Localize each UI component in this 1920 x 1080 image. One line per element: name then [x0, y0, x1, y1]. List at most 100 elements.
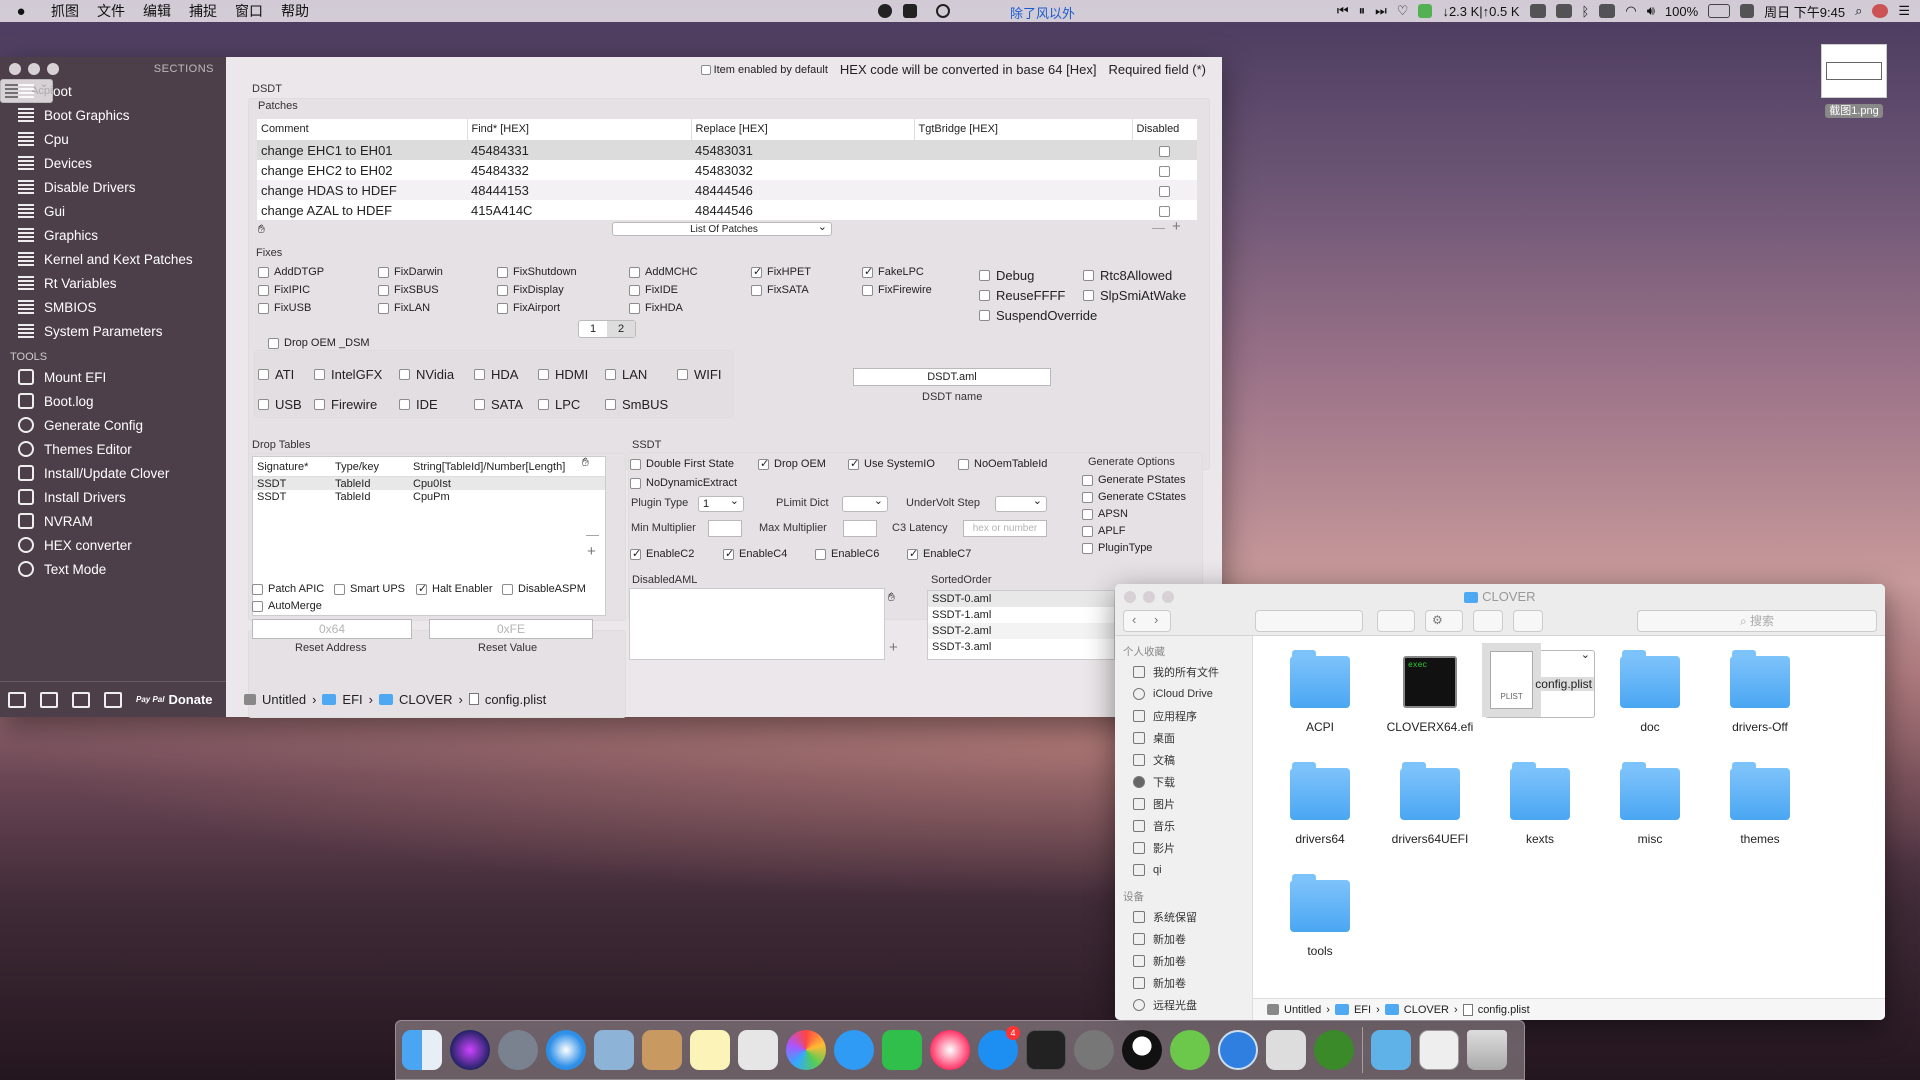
cell-comment[interactable]: change EHC2 to EH02	[257, 160, 467, 180]
check-patch-apic[interactable]: Patch APIC	[252, 583, 324, 595]
table-row[interactable]: change EHC1 to EH01 45484331 45483031	[257, 140, 1197, 160]
dock-itunes-icon[interactable]	[930, 1030, 970, 1070]
dock-safari-icon[interactable]	[546, 1030, 586, 1070]
check-debug[interactable]: Debug	[979, 268, 1034, 283]
menu-item-grab[interactable]: 捕捉	[180, 1, 226, 21]
tool-themes-editor[interactable]: Themes Editor	[0, 437, 226, 461]
min-multiplier-input[interactable]	[708, 520, 742, 537]
file-item-cloverx64[interactable]: exec CLOVERX64.efi	[1375, 656, 1485, 734]
checkbox[interactable]	[538, 369, 549, 380]
dsm-lan[interactable]: LAN	[605, 367, 647, 382]
checkbox[interactable]	[474, 369, 485, 380]
share-button[interactable]	[1473, 610, 1503, 632]
menu-item-edit[interactable]: 编辑	[134, 1, 180, 21]
checkbox[interactable]	[1082, 474, 1093, 486]
dsm-wifi[interactable]: WIFI	[677, 367, 721, 382]
close-button[interactable]	[9, 63, 21, 75]
dock-photos-icon[interactable]	[786, 1030, 826, 1070]
sidebar-item-boot-graphics[interactable]: Boot Graphics	[0, 103, 226, 127]
view-mode-buttons[interactable]	[1255, 610, 1363, 632]
fixes-page-2[interactable]: 2	[607, 321, 635, 337]
col-replace[interactable]: Replace [HEX]	[691, 119, 915, 141]
file-item-drivers64uefi[interactable]: drivers64UEFI	[1375, 762, 1485, 846]
dock-xcode-icon[interactable]	[1371, 1030, 1411, 1070]
checkbox[interactable]	[677, 369, 688, 380]
dock-messages-icon[interactable]	[834, 1030, 874, 1070]
dsm-ati[interactable]: ATI	[258, 367, 294, 382]
bell-icon[interactable]	[903, 4, 917, 18]
add-row-button[interactable]: +	[889, 639, 898, 656]
dock-launchpad-icon[interactable]	[498, 1030, 538, 1070]
forward-icon[interactable]: ›	[1154, 612, 1158, 627]
sidebar-item-smbios[interactable]: SMBIOS	[0, 295, 226, 319]
checkbox[interactable]	[1082, 542, 1093, 554]
file-item-tools[interactable]: tools	[1265, 874, 1375, 958]
input-method-icon[interactable]	[1740, 4, 1755, 18]
tag-button[interactable]	[1513, 610, 1543, 632]
checkbox[interactable]	[252, 600, 263, 612]
fix-checkbox[interactable]	[497, 302, 508, 314]
tool-generate-config[interactable]: Generate Config	[0, 413, 226, 437]
net-speed-text[interactable]: ↓2.3 K|↑0.5 K	[1442, 4, 1519, 19]
col-tgtbridge[interactable]: TgtBridge [HEX]	[914, 119, 1133, 141]
ssdt-enablec6[interactable]: EnableC6	[815, 548, 879, 560]
drag-handle-icon[interactable]: ✋︎	[258, 222, 265, 237]
sidebar-item-disable-drivers[interactable]: Disable Drivers	[0, 175, 226, 199]
sidebar-item-documents[interactable]: 文稿	[1115, 749, 1252, 771]
checkbox[interactable]	[630, 547, 641, 560]
dock-siri-icon[interactable]	[450, 1030, 490, 1070]
dsm-smbus[interactable]: SmBUS	[605, 397, 668, 412]
donate-button[interactable]: Pay Pal Donate	[136, 692, 213, 707]
notification-center-icon[interactable]: ☰	[1898, 3, 1910, 19]
fix-fixsata[interactable]: FixSATA	[751, 284, 809, 296]
cell-type[interactable]: TableId	[331, 491, 409, 503]
checkbox[interactable]	[1083, 290, 1094, 301]
list-item[interactable]: SSDT-3.aml	[928, 639, 1114, 655]
checkbox[interactable]	[399, 369, 410, 380]
disabled-checkbox[interactable]	[1159, 205, 1170, 217]
k-icon[interactable]	[936, 4, 950, 18]
dock-facetime-icon[interactable]	[882, 1030, 922, 1070]
file-item-config-plist[interactable]: PLIST config.plist	[1481, 643, 1595, 718]
window-icon[interactable]	[1555, 4, 1572, 18]
checkbox[interactable]	[758, 457, 769, 470]
table-row[interactable]: SSDT TableId Cpu0Ist	[253, 477, 605, 490]
now-playing-text[interactable]: 除了风以外	[1010, 3, 1075, 22]
col-disabled[interactable]: Disabled	[1132, 119, 1197, 141]
checkbox[interactable]	[979, 310, 990, 321]
import-icon[interactable]	[8, 691, 26, 708]
sidebar-item-gui[interactable]: Gui	[0, 199, 226, 223]
fix-checkbox[interactable]	[497, 284, 508, 296]
check-slpsmiatwake[interactable]: SlpSmiAtWake	[1083, 288, 1186, 303]
menu-item-help[interactable]: 帮助	[272, 1, 318, 21]
cell-comment[interactable]: change EHC1 to EH01	[257, 140, 467, 160]
gen-cstates[interactable]: Generate CStates	[1082, 491, 1186, 503]
tool-hex-converter[interactable]: HEX converter	[0, 533, 226, 557]
dock-vibrant-icon[interactable]	[1314, 1030, 1354, 1070]
fix-checkbox[interactable]	[258, 266, 269, 278]
drag-handle-icon[interactable]: ✋︎	[582, 455, 589, 470]
dsdt-name-input[interactable]: DSDT.aml	[853, 368, 1051, 386]
next-track-icon[interactable]: ⏭	[1375, 3, 1387, 19]
tool-install-drivers[interactable]: Install Drivers	[0, 485, 226, 509]
dock-activity-monitor-icon[interactable]	[1026, 1030, 1066, 1070]
sidebar-item-desktop[interactable]: 桌面	[1115, 727, 1252, 749]
file-item-drivers-off[interactable]: drivers-Off	[1705, 650, 1815, 734]
ssdt-enablec2[interactable]: EnableC2	[630, 547, 694, 560]
dsm-hdmi[interactable]: HDMI	[538, 367, 588, 382]
checkbox[interactable]	[848, 457, 859, 470]
sidebar-item-all-files[interactable]: 我的所有文件	[1115, 661, 1252, 683]
menu-item-window[interactable]: 窗口	[226, 1, 272, 21]
list-of-patches-select[interactable]: List Of Patches	[612, 220, 832, 236]
path-segment[interactable]: CLOVER	[1404, 1004, 1449, 1016]
airplay-icon[interactable]	[1599, 4, 1616, 18]
dsm-intelgfx[interactable]: IntelGFX	[314, 367, 382, 382]
checkbox[interactable]	[1082, 508, 1093, 520]
checkbox[interactable]	[399, 399, 410, 410]
disabled-aml-list[interactable]	[629, 588, 885, 660]
cell-tgtbridge[interactable]	[914, 200, 1132, 220]
clock-text[interactable]: 周日 下午9:45	[1764, 2, 1845, 21]
checkbox[interactable]	[268, 337, 279, 349]
dsm-firewire[interactable]: Firewire	[314, 397, 377, 412]
back-icon[interactable]: ‹	[1132, 612, 1136, 627]
